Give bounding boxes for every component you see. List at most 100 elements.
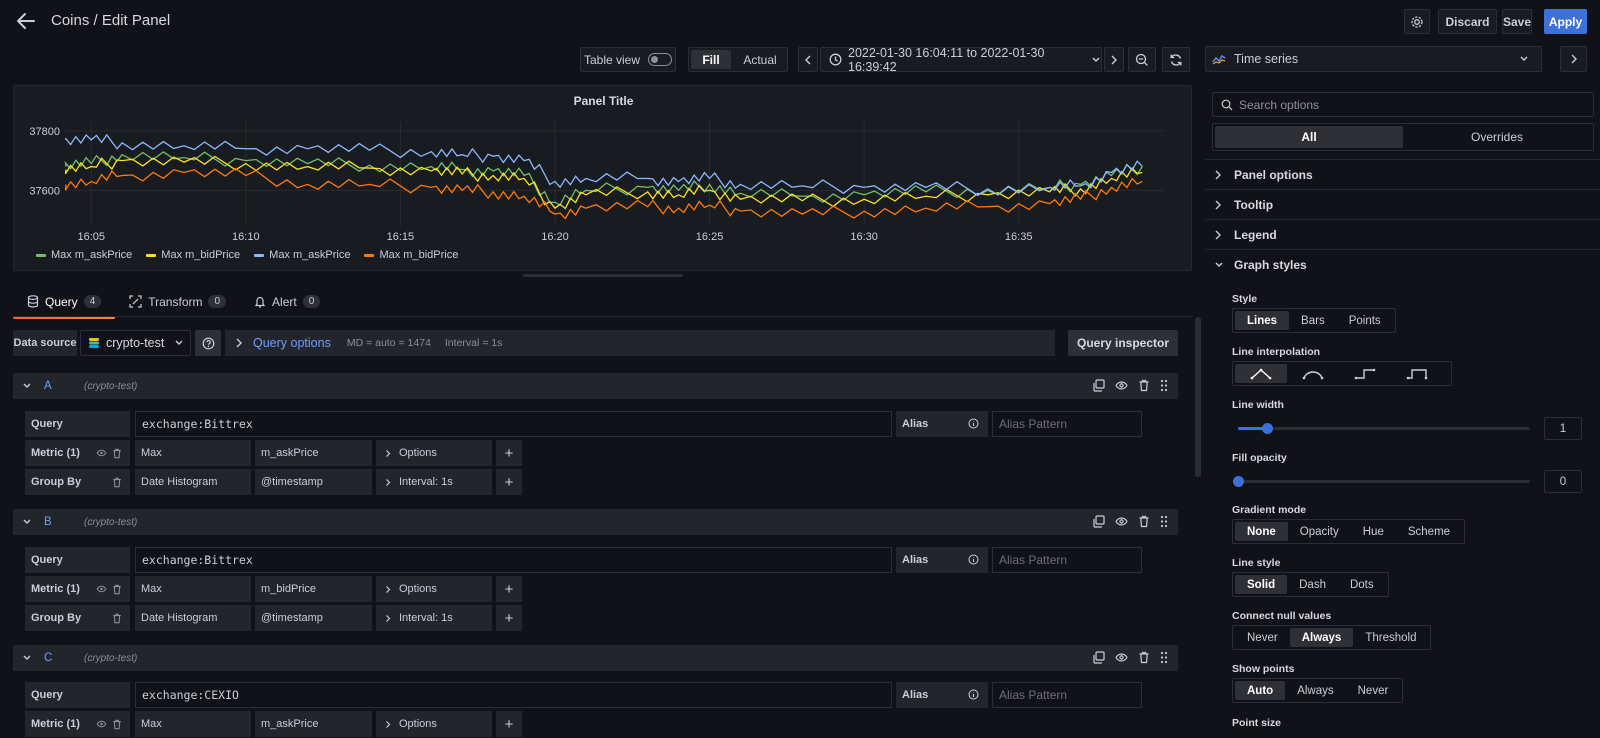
show-points-option-never[interactable]: Never: [1346, 681, 1401, 700]
trash-icon[interactable]: [1138, 651, 1150, 664]
drag-handle-icon[interactable]: [1160, 651, 1168, 664]
legend-item[interactable]: Max m_bidPrice: [364, 249, 458, 261]
lucene-query-input[interactable]: exchange:Bittrex: [135, 411, 892, 437]
chevron-down-icon[interactable]: [22, 518, 32, 526]
eye-icon[interactable]: [1115, 379, 1128, 392]
refresh-button[interactable]: [1162, 47, 1190, 72]
back-arrow-icon[interactable]: [14, 10, 38, 32]
trash-icon[interactable]: [112, 584, 122, 595]
gradient-option-none[interactable]: None: [1235, 522, 1288, 541]
trash-icon[interactable]: [112, 719, 122, 730]
query-ref-id[interactable]: A: [44, 380, 74, 392]
add-metric-button[interactable]: +: [496, 711, 522, 737]
eye-icon[interactable]: [1115, 515, 1128, 528]
drag-handle-icon[interactable]: [1160, 515, 1168, 528]
add-group-by-button[interactable]: +: [496, 469, 522, 495]
trash-icon[interactable]: [112, 613, 122, 624]
line-width-input[interactable]: 1: [1544, 417, 1582, 440]
overrides-tab[interactable]: Overrides: [1403, 126, 1591, 148]
resize-splitter[interactable]: [523, 274, 683, 277]
add-metric-button[interactable]: +: [496, 440, 522, 466]
query-row-header[interactable]: A (crypto-test): [13, 373, 1178, 399]
apply-button[interactable]: Apply: [1544, 9, 1587, 34]
time-series-chart[interactable]: 16:05 16:10 16:15 16:20 16:25 16:30 16:35 37600…: [14, 114, 1193, 249]
gradient-option-hue[interactable]: Hue: [1351, 522, 1396, 541]
query-inspector-button[interactable]: Query inspector: [1068, 330, 1178, 356]
trash-icon[interactable]: [1138, 379, 1150, 392]
trash-icon[interactable]: [1138, 515, 1150, 528]
metric-aggregation-select[interactable]: Max: [135, 440, 251, 466]
query-options-label[interactable]: Query options: [253, 336, 331, 350]
show-points-option-always[interactable]: Always: [1285, 681, 1345, 700]
legend-item[interactable]: Max m_askPrice: [254, 249, 350, 261]
interp-smooth-icon[interactable]: [1287, 364, 1339, 383]
section-tooltip[interactable]: Tooltip: [1205, 190, 1600, 220]
query-row-header[interactable]: C (crypto-test): [13, 645, 1178, 671]
gradient-option-scheme[interactable]: Scheme: [1396, 522, 1462, 541]
metric-aggregation-select[interactable]: Max: [135, 711, 251, 737]
style-option-points[interactable]: Points: [1337, 311, 1393, 330]
save-button[interactable]: Save: [1502, 9, 1532, 34]
bucket-aggregation-select[interactable]: Date Histogram: [135, 469, 251, 495]
metric-field-select[interactable]: m_bidPrice: [255, 576, 372, 602]
visualization-picker[interactable]: Time series: [1205, 46, 1542, 72]
slider-handle[interactable]: [1233, 476, 1244, 487]
time-shift-forward-button[interactable]: [1104, 47, 1124, 72]
metric-aggregation-select[interactable]: Max: [135, 576, 251, 602]
datasource-select[interactable]: crypto-test: [80, 330, 191, 356]
metric-options-toggle[interactable]: Options: [376, 711, 492, 737]
trash-icon[interactable]: [112, 448, 122, 459]
duplicate-icon[interactable]: [1092, 379, 1105, 392]
line-style-option-dash[interactable]: Dash: [1287, 575, 1338, 594]
alias-input[interactable]: Alias Pattern: [992, 682, 1142, 708]
lucene-query-input[interactable]: exchange:Bittrex: [135, 547, 892, 573]
fill-option[interactable]: Fill: [691, 50, 731, 69]
gradient-option-opacity[interactable]: Opacity: [1288, 522, 1351, 541]
chevron-down-icon[interactable]: [22, 382, 32, 390]
collapse-options-pane-button[interactable]: [1560, 46, 1587, 72]
chevron-down-icon[interactable]: [22, 654, 32, 662]
eye-icon[interactable]: [96, 719, 107, 729]
metric-field-select[interactable]: m_askPrice: [255, 711, 372, 737]
legend-item[interactable]: Max m_askPrice: [36, 249, 132, 261]
section-legend[interactable]: Legend: [1205, 220, 1600, 250]
bucket-interval-toggle[interactable]: Interval: 1s: [376, 605, 492, 631]
datasource-help-button[interactable]: [195, 330, 221, 356]
connect-null-option-always[interactable]: Always: [1289, 628, 1354, 647]
trash-icon[interactable]: [112, 477, 122, 488]
interp-step-before-icon[interactable]: [1339, 364, 1391, 383]
line-style-option-dots[interactable]: Dots: [1338, 575, 1386, 594]
panel-settings-button[interactable]: [1404, 9, 1430, 34]
tab-alert[interactable]: Alert 0: [240, 288, 334, 315]
fill-opacity-input[interactable]: 0: [1544, 470, 1582, 493]
alias-input[interactable]: Alias Pattern: [992, 547, 1142, 573]
interp-step-after-icon[interactable]: [1391, 364, 1443, 383]
slider-handle[interactable]: [1262, 423, 1273, 434]
bucket-interval-toggle[interactable]: Interval: 1s: [376, 469, 492, 495]
eye-icon[interactable]: [96, 448, 107, 458]
eye-icon[interactable]: [1115, 651, 1128, 664]
options-search[interactable]: Search options: [1212, 92, 1594, 117]
add-group-by-button[interactable]: +: [496, 605, 522, 631]
all-options-tab[interactable]: All: [1215, 126, 1403, 148]
discard-button[interactable]: Discard: [1438, 9, 1497, 34]
toggle-switch[interactable]: [648, 53, 673, 66]
metric-field-select[interactable]: m_askPrice: [255, 440, 372, 466]
tab-transform[interactable]: Transform 0: [115, 288, 240, 315]
bucket-aggregation-select[interactable]: Date Histogram: [135, 605, 251, 631]
lucene-query-input[interactable]: exchange:CEXIO: [135, 682, 892, 708]
eye-icon[interactable]: [96, 584, 107, 594]
panel-title[interactable]: Panel Title: [14, 94, 1193, 108]
bucket-field-select[interactable]: @timestamp: [255, 469, 372, 495]
query-ref-id[interactable]: B: [44, 516, 74, 528]
fill-opacity-slider[interactable]: [1233, 476, 1530, 487]
style-option-bars[interactable]: Bars: [1289, 311, 1337, 330]
interp-linear-icon[interactable]: [1235, 364, 1287, 383]
line-width-slider[interactable]: [1238, 423, 1530, 434]
metric-options-toggle[interactable]: Options: [376, 576, 492, 602]
actual-option[interactable]: Actual: [735, 50, 785, 69]
section-graph-styles[interactable]: Graph styles: [1205, 250, 1600, 280]
time-range-picker[interactable]: 2022-01-30 16:04:11 to 2022-01-30 16:39:…: [820, 46, 1102, 74]
alias-input[interactable]: Alias Pattern: [992, 411, 1142, 437]
line-style-option-solid[interactable]: Solid: [1235, 575, 1288, 594]
